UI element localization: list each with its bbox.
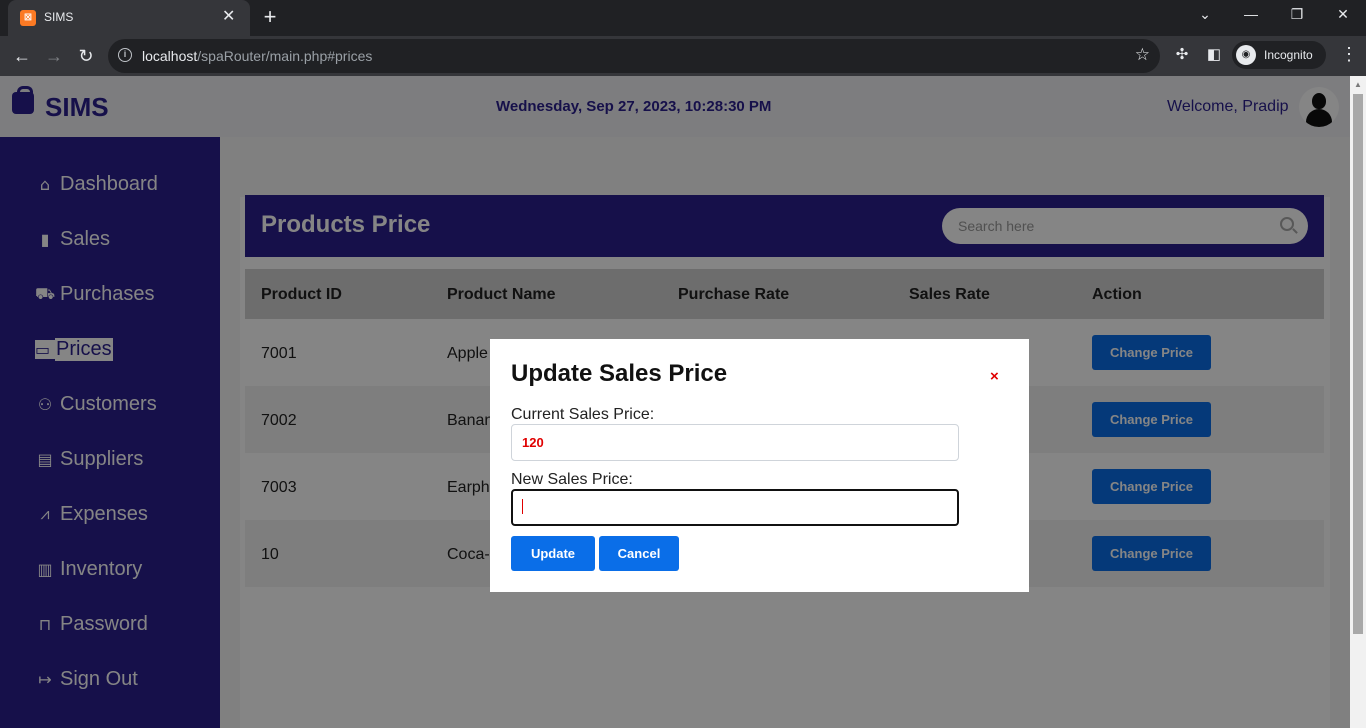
scroll-up-icon[interactable]: ▲ (1354, 80, 1362, 89)
cancel-button[interactable]: Cancel (599, 536, 679, 571)
site-info-icon[interactable]: i (118, 48, 132, 62)
browser-menu-icon[interactable]: ⋮ (1340, 44, 1358, 65)
browser-tab-strip: ⊠ SIMS ✕ + ⌄ — ❐ ✕ (0, 0, 1366, 36)
tab-close-icon[interactable]: ✕ (222, 8, 235, 26)
tab-title: SIMS (44, 10, 74, 24)
xampp-favicon-icon: ⊠ (20, 10, 36, 26)
reload-icon[interactable]: ↻ (74, 44, 98, 68)
window-close-icon[interactable]: ✕ (1333, 6, 1353, 23)
page-viewport: SIMS Wednesday, Sep 27, 2023, 10:28:30 P… (0, 76, 1350, 728)
browser-tab[interactable]: ⊠ SIMS ✕ (8, 0, 250, 36)
minimize-icon[interactable]: — (1241, 6, 1261, 22)
url-text[interactable]: localhost/spaRouter/main.php#prices (142, 48, 372, 64)
new-price-input[interactable] (511, 489, 959, 526)
browser-toolbar: ← → ↻ i localhost/spaRouter/main.php#pri… (0, 36, 1366, 76)
current-price-label: Current Sales Price: (511, 406, 655, 423)
back-arrow-icon[interactable]: ← (10, 44, 34, 68)
update-button[interactable]: Update (511, 536, 595, 571)
close-icon[interactable]: × (990, 368, 999, 385)
incognito-profile-button[interactable]: ◉ Incognito (1232, 41, 1326, 69)
extensions-puzzle-icon[interactable]: ✣ (1171, 45, 1193, 63)
vertical-scrollbar[interactable]: ▲ (1350, 76, 1366, 728)
text-caret (522, 499, 523, 514)
incognito-label: Incognito (1264, 48, 1313, 62)
url-host: localhost (142, 48, 198, 64)
bookmark-star-icon[interactable]: ☆ (1135, 45, 1150, 65)
forward-arrow-icon[interactable]: → (42, 44, 66, 68)
url-path: /spaRouter/main.php#prices (197, 48, 373, 64)
new-price-label: New Sales Price: (511, 471, 633, 488)
address-bar[interactable]: i localhost/spaRouter/main.php#prices ☆ (108, 39, 1160, 73)
current-price-field: 120 (511, 424, 959, 461)
scrollbar-thumb[interactable] (1353, 94, 1363, 634)
tab-search-icon[interactable]: ⌄ (1195, 6, 1215, 23)
restore-icon[interactable]: ❐ (1287, 6, 1307, 23)
modal-title: Update Sales Price (511, 360, 728, 387)
side-panel-icon[interactable]: ◧ (1203, 45, 1225, 63)
update-sales-price-modal: Update Sales Price × Current Sales Price… (490, 339, 1029, 592)
new-tab-icon[interactable]: + (258, 4, 282, 30)
incognito-icon: ◉ (1236, 45, 1256, 65)
